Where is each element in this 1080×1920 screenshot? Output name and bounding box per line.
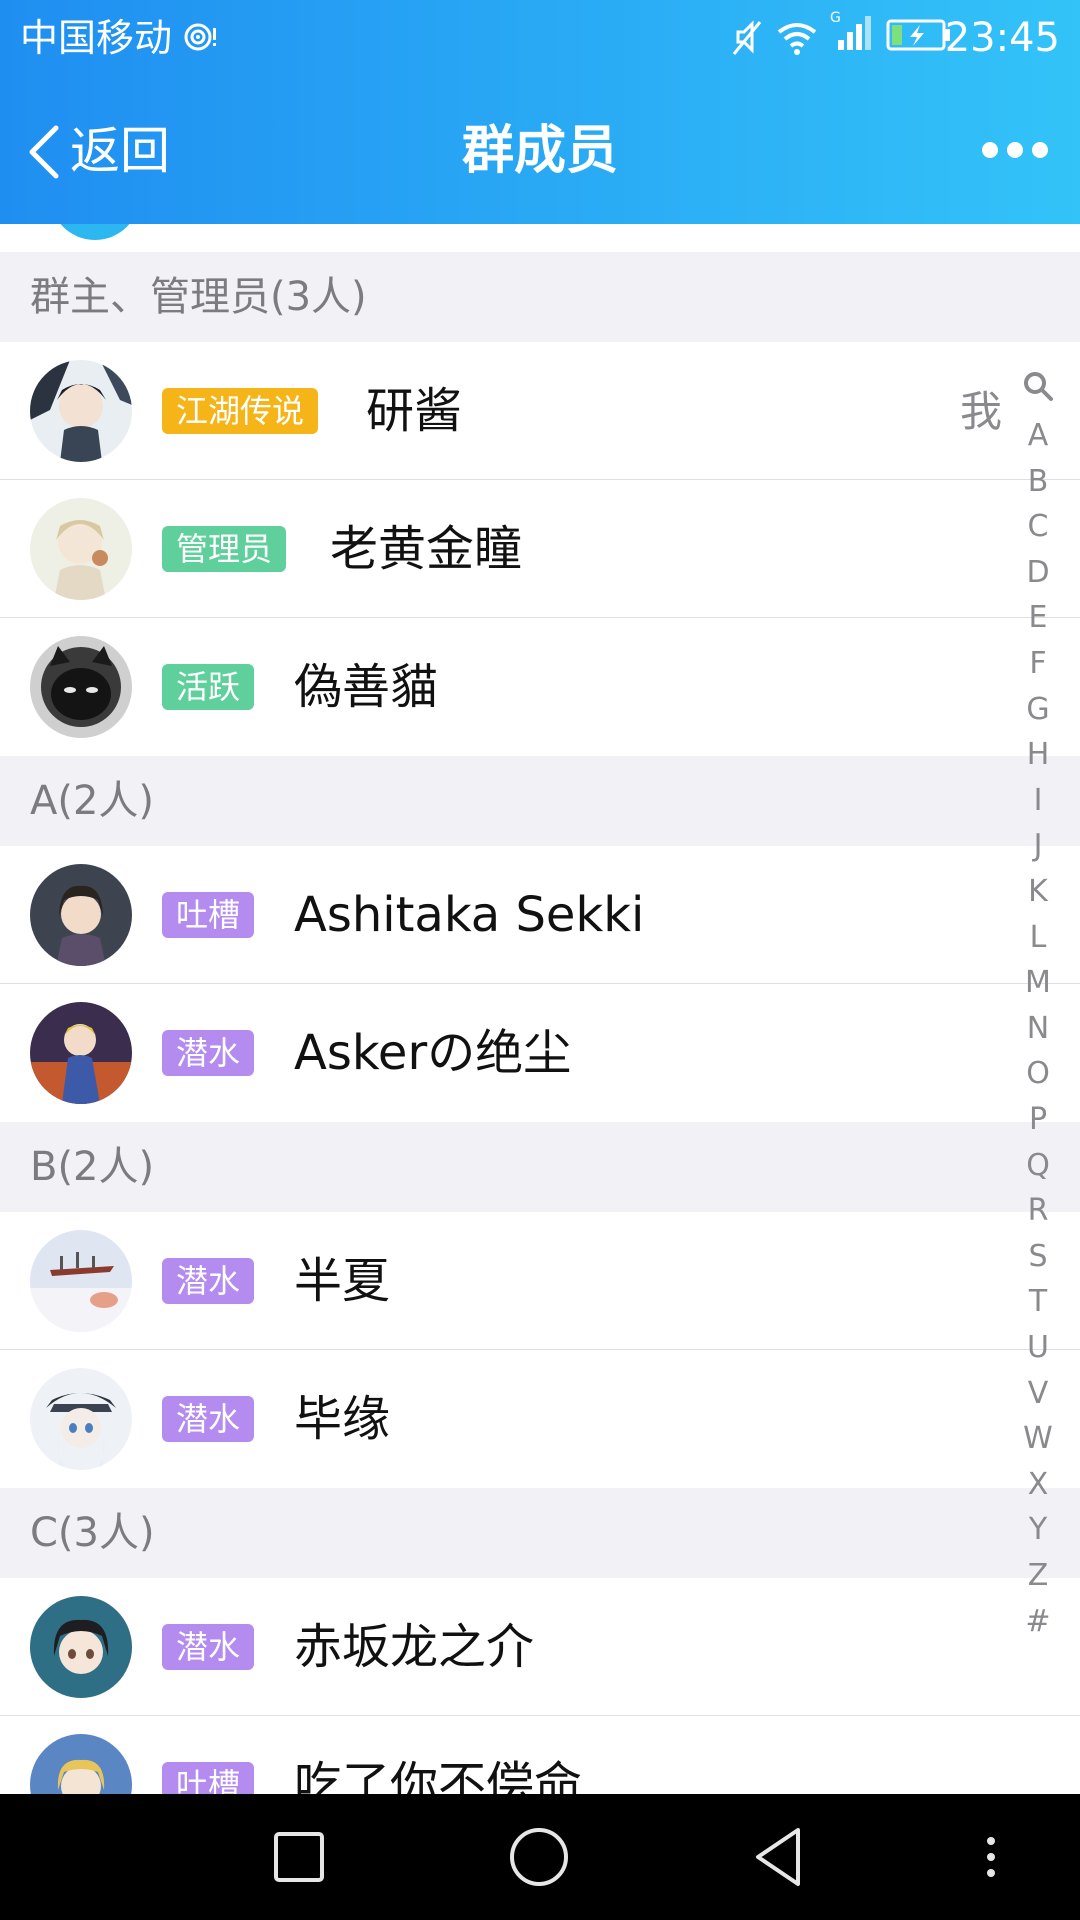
member-badge: 吐槽 [162,892,255,938]
member-name: 老黄金瞳 [330,521,523,577]
index-letter[interactable]: Z [996,1556,1080,1596]
avatar [30,1002,132,1104]
index-letter[interactable]: W [996,1419,1080,1459]
index-letter[interactable]: S [996,1237,1080,1277]
more-icon [982,142,1048,158]
index-letter[interactable]: V [996,1374,1080,1414]
app-header: 中国移动 G 23:45 返回 群成员 [0,0,1080,224]
avatar [30,1230,132,1332]
index-letter[interactable]: E [996,598,1080,638]
member-badge: 活跃 [162,664,255,710]
title-bar: 返回 群成员 [0,76,1080,224]
member-row[interactable]: 吐槽 吃了你不偿命 [0,1716,1080,1794]
section-label: 群主、管理员(3人) [30,274,367,320]
battery-charging-icon [886,18,952,56]
index-letter[interactable]: M [996,963,1080,1003]
section-header: 群主、管理员(3人) [0,252,1080,342]
search-icon[interactable] [996,366,1080,413]
section-header: C(3人) [0,1488,1080,1578]
member-name: Askerの绝尘 [294,1025,572,1081]
avatar [30,864,132,966]
clock: 23:45 [944,15,1060,61]
page-title: 群成员 [461,121,618,181]
index-letter[interactable]: Q [996,1146,1080,1186]
network-type: G [830,10,841,26]
member-badge: 管理员 [162,526,287,572]
avatar [30,1596,132,1698]
index-letter[interactable]: T [996,1282,1080,1322]
member-list[interactable]: 群主、管理员(3人) 江湖传说 研酱 我 管理员 老黄金瞳 活跃 偽善貓 A(2… [0,224,1080,1794]
index-letter[interactable]: O [996,1054,1080,1094]
index-letter[interactable]: H [996,735,1080,775]
member-badge: 潜水 [162,1030,255,1076]
index-letter[interactable]: F [996,644,1080,684]
member-row[interactable]: 潜水 毕缘 [0,1350,1080,1488]
index-letter[interactable]: X [996,1465,1080,1505]
avatar [30,360,132,462]
navigation-bar [0,1794,1080,1920]
member-badge: 吐槽 [162,1762,255,1794]
partial-avatar [50,224,140,240]
index-letter[interactable]: P [996,1100,1080,1140]
index-letter[interactable]: Y [996,1510,1080,1550]
member-row[interactable]: 潜水 半夏 [0,1212,1080,1350]
member-name: 半夏 [294,1253,391,1309]
member-name: 研酱 [366,383,463,439]
index-letter[interactable]: G [996,690,1080,730]
avatar [30,1734,132,1794]
member-name: Ashitaka Sekki [294,887,645,943]
section-label: A(2人) [30,778,155,824]
member-row[interactable]: 活跃 偽善貓 [0,618,1080,756]
list-top-gap [0,224,1080,253]
home-icon[interactable] [506,1824,572,1890]
menu-icon[interactable] [966,1824,1016,1890]
alphabet-index[interactable]: A B C D E F G H I J K L M N O P Q R S T U V W X Y Z # [996,362,1080,1662]
index-letter[interactable]: N [996,1009,1080,1049]
carrier-name: 中国移动 [20,16,173,60]
member-row[interactable]: 潜水 Askerの绝尘 [0,984,1080,1122]
member-name: 偽善貓 [294,659,439,715]
index-letter[interactable]: K [996,872,1080,912]
member-badge: 潜水 [162,1396,255,1442]
avatar [30,636,132,738]
index-letter[interactable]: D [996,553,1080,593]
status-bar: 中国移动 G 23:45 [0,0,1080,76]
more-button[interactable] [980,138,1050,162]
member-name: 吃了你不偿命 [294,1757,583,1794]
index-letter[interactable]: C [996,507,1080,547]
member-badge: 江湖传说 [162,388,319,434]
signal-icon: G [830,8,874,60]
member-name: 赤坂龙之介 [294,1619,535,1675]
avatar [30,498,132,600]
index-letter[interactable]: A [996,416,1080,456]
member-row[interactable]: 管理员 老黄金瞳 [0,480,1080,618]
index-letter[interactable]: L [996,918,1080,958]
index-letter[interactable]: # [996,1602,1080,1642]
section-header: B(2人) [0,1122,1080,1212]
member-row[interactable]: 潜水 赤坂龙之介 [0,1578,1080,1716]
member-badge: 潜水 [162,1258,255,1304]
section-label: C(3人) [30,1510,155,1556]
avatar [30,1368,132,1470]
index-letter[interactable]: U [996,1328,1080,1368]
index-letter[interactable]: B [996,462,1080,502]
member-badge: 潜水 [162,1624,255,1670]
recent-apps-icon[interactable] [266,1824,332,1890]
member-row[interactable]: 江湖传说 研酱 我 [0,342,1080,480]
section-label: B(2人) [30,1144,155,1190]
hotspot-icon [184,20,218,58]
index-letter[interactable]: R [996,1191,1080,1231]
member-row[interactable]: 吐槽 Ashitaka Sekki [0,846,1080,984]
section-header: A(2人) [0,756,1080,846]
mute-icon [730,20,764,60]
back-icon[interactable] [748,1824,814,1890]
index-letter[interactable]: I [996,781,1080,821]
member-name: 毕缘 [294,1391,391,1447]
wifi-icon [776,20,818,60]
index-letter[interactable]: J [996,826,1080,866]
